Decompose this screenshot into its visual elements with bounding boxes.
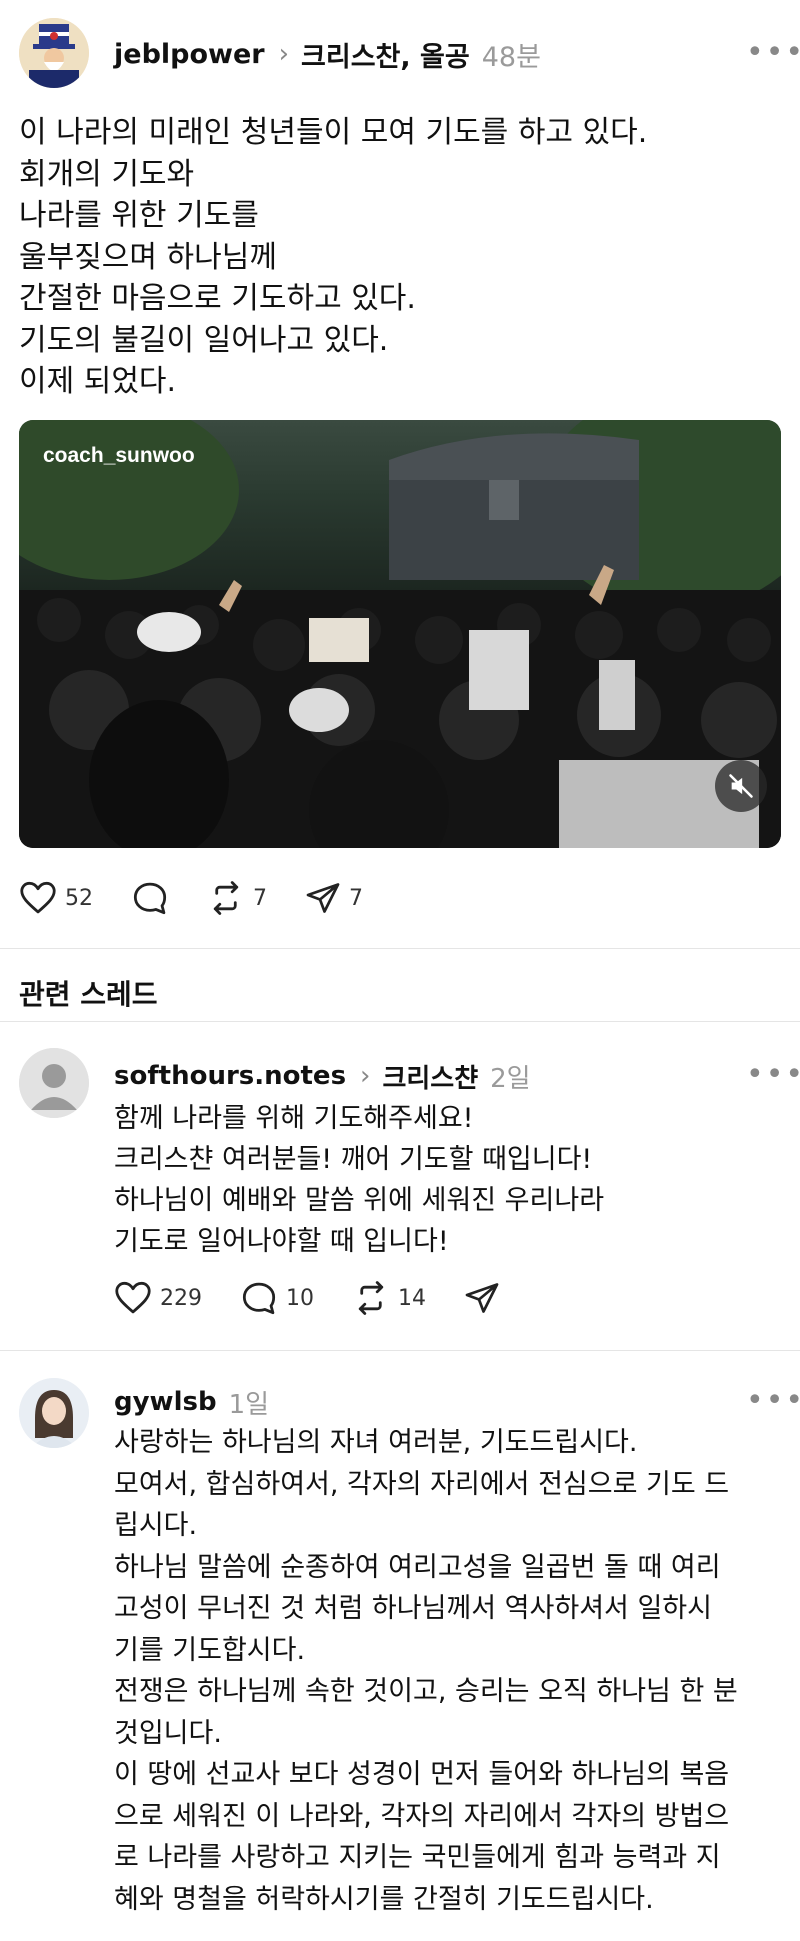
post-time: 2일 [490, 1063, 531, 1094]
post-header: gywlsb 1일 [114, 1382, 269, 1422]
post-line: 으로 세워진 이 나라와, 각자의 자리에서 각자의 방법으 [114, 1800, 730, 1832]
post-line: 전쟁은 하나님께 속한 것이고, 승리는 오직 하나님 한 분 [114, 1676, 738, 1707]
username[interactable]: softhours.notes [114, 1061, 346, 1091]
username[interactable]: gywlsb [114, 1387, 217, 1417]
post-actions: 229 10 14 [114, 1280, 538, 1316]
repost-button[interactable]: 14 [352, 1281, 426, 1315]
post-video[interactable]: coach_sunwoo [19, 420, 781, 848]
repost-icon [213, 881, 239, 915]
post-line: 이제 되었다. [19, 364, 177, 399]
post-line: 립시다. [114, 1510, 198, 1541]
post-header: jeblpower › 크리스찬, 올공 48분 [114, 34, 541, 74]
post-line: 하나님 말씀에 순종하여 여리고성을 일곱번 돌 때 여리 [114, 1551, 721, 1583]
speaker-muted-icon [729, 774, 753, 798]
more-icon[interactable]: ••• [746, 1386, 800, 1416]
post-line: 울부짖으며 하나님께 [19, 239, 277, 275]
like-count: 229 [160, 1285, 202, 1311]
post-time: 48분 [481, 41, 541, 73]
repost-count: 14 [398, 1285, 426, 1311]
share-button[interactable]: 7 [305, 881, 363, 915]
more-icon[interactable]: ••• [746, 1060, 800, 1090]
like-count: 52 [65, 885, 93, 911]
post-line: 기를 기도합시다. [114, 1634, 306, 1666]
avatar-image [19, 1378, 89, 1448]
share-icon [306, 883, 340, 913]
post-line: 함께 나라를 위해 기도해주세요! [114, 1103, 474, 1134]
repost-count: 7 [253, 885, 267, 911]
post-line: 혜와 명철을 허락하시기를 간절히 기도드립시다. [114, 1883, 654, 1915]
divider [0, 1350, 800, 1351]
post-line: 이 땅에 선교사 보다 성경이 먼저 들어와 하나님의 복음 [114, 1759, 730, 1790]
post-body: 함께 나라를 위해 기도해주세요! 크리스챤 여러분들! 깨어 기도할 때입니다… [114, 1098, 604, 1262]
like-button[interactable]: 229 [114, 1281, 202, 1315]
video-watermark: coach_sunwoo [43, 444, 195, 467]
avatar[interactable] [19, 1048, 89, 1118]
post-line: 하나님이 예배와 말씀 위에 세워진 우리나라 [114, 1185, 605, 1216]
post-line: 회개의 기도와 [19, 156, 195, 192]
chevron-right-icon: › [278, 39, 290, 69]
share-icon [465, 1283, 499, 1313]
username[interactable]: jeblpower [114, 39, 265, 70]
post-actions: 52 7 7 [19, 880, 401, 916]
avatar[interactable] [19, 1378, 89, 1448]
mute-icon[interactable] [715, 760, 767, 812]
repost-button[interactable]: 7 [207, 881, 267, 915]
comment-count: 10 [286, 1285, 314, 1311]
post-body: 사랑하는 하나님의 자녀 여러분, 기도드립시다. 모여서, 합심하여서, 각자… [114, 1422, 738, 1920]
post-header: softhours.notes › 크리스챤 2일 [114, 1056, 531, 1096]
share-button[interactable] [464, 1281, 500, 1315]
like-button[interactable]: 52 [19, 881, 93, 915]
comment-icon [133, 882, 167, 915]
chevron-right-icon: › [360, 1061, 371, 1091]
comment-button[interactable]: 10 [240, 1281, 314, 1315]
default-avatar-icon [19, 1048, 89, 1118]
post-line: 기도의 불길이 일어나고 있다. [19, 322, 389, 358]
topic-tag[interactable]: 크리스챤 [382, 1058, 478, 1095]
divider [0, 948, 800, 949]
post-line: 고성이 무너진 것 처럼 하나님께서 역사하셔서 일하시 [114, 1593, 712, 1624]
avatar-image [19, 18, 89, 88]
more-icon[interactable]: ••• [746, 38, 800, 68]
topic-tag[interactable]: 크리스찬, 올공 [301, 35, 470, 74]
post-line: 나라를 위한 기도를 [19, 198, 259, 233]
post-line: 사랑하는 하나님의 자녀 여러분, 기도드립시다. [114, 1427, 638, 1458]
share-count: 7 [349, 885, 363, 911]
post-line: 기도로 일어나야할 때 입니다! [114, 1226, 449, 1257]
avatar[interactable] [19, 18, 89, 88]
repost-icon [358, 1281, 384, 1315]
comment-icon [242, 1282, 276, 1315]
heart-icon [115, 1281, 151, 1314]
post-body: 이 나라의 미래인 청년들이 모여 기도를 하고 있다. 회개의 기도와 나라를… [19, 112, 647, 403]
post-line: 모여서, 합심하여서, 각자의 자리에서 전심으로 기도 드 [114, 1468, 730, 1500]
video-frame [19, 420, 781, 848]
post-line: 간절한 마음으로 기도하고 있다. [19, 281, 416, 316]
post-time: 1일 [228, 1389, 270, 1420]
post-line: 로 나라를 사랑하고 지키는 국민들에게 힘과 능력과 지 [114, 1842, 721, 1873]
divider [0, 1021, 800, 1022]
heart-icon [20, 881, 56, 914]
comment-button[interactable] [131, 881, 169, 915]
section-title: 관련 스레드 [19, 978, 158, 1011]
post-line: 이 나라의 미래인 청년들이 모여 기도를 하고 있다. [19, 115, 648, 150]
post-line: 크리스챤 여러분들! 깨어 기도할 때입니다! [114, 1144, 593, 1175]
post-line: 것입니다. [114, 1717, 222, 1749]
